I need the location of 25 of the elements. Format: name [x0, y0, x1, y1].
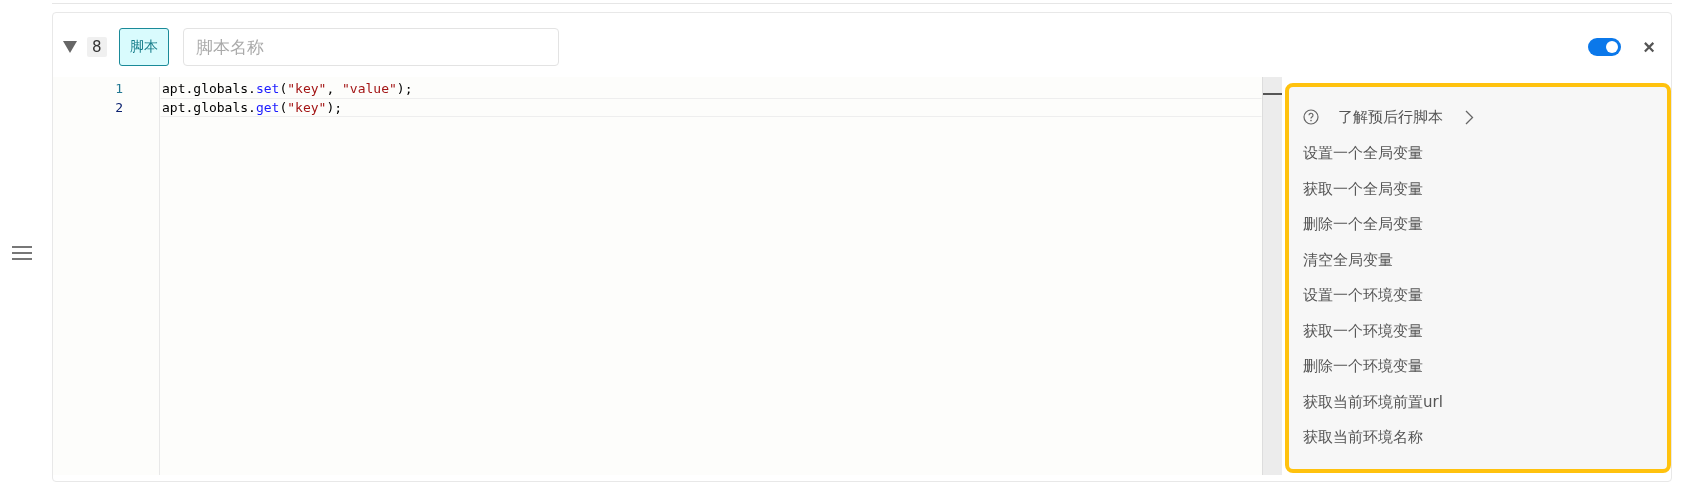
close-button[interactable]: × — [1639, 35, 1659, 59]
chevron-right-icon — [1465, 109, 1474, 125]
step-number: 8 — [87, 37, 107, 57]
scrollbar[interactable] — [1262, 77, 1282, 475]
code-line: apt.globals.get("key"); — [160, 98, 1262, 117]
line-number: 1 — [114, 80, 124, 98]
snippet-item[interactable]: 获取当前环境前置url — [1303, 389, 1667, 425]
line-number: 2 — [114, 99, 124, 117]
snippet-item[interactable]: 清空全局变量 — [1303, 247, 1667, 283]
step-type-tag: 脚本 — [118, 28, 169, 66]
snippet-item[interactable]: 获取一个环境变量 — [1303, 318, 1667, 354]
enable-switch[interactable] — [1588, 38, 1622, 56]
help-link[interactable]: 了解预后行脚本 — [1338, 107, 1443, 127]
code-line: apt.globals.set("key", "value"); — [161, 80, 414, 98]
snippet-item[interactable]: 设置一个环境变量 — [1303, 283, 1667, 319]
snippet-item[interactable]: 设置一个全局变量 — [1303, 141, 1667, 177]
snippet-item[interactable]: 获取当前环境名称 — [1303, 425, 1667, 461]
snippet-item[interactable]: 删除一个全局变量 — [1303, 212, 1667, 248]
help-icon — [1303, 109, 1319, 125]
collapse-toggle-icon[interactable] — [63, 41, 77, 53]
snippet-item[interactable]: 删除一个环境变量 — [1303, 354, 1667, 390]
script-name-field[interactable]: 脚本名称 — [182, 28, 559, 66]
drag-handle-icon[interactable] — [12, 246, 32, 260]
snippet-item[interactable]: 获取一个全局变量 — [1303, 176, 1667, 212]
code-editor[interactable]: 1 2 apt.globals.set("key", "value"); apt.globals.get("key"); — [53, 77, 1282, 475]
